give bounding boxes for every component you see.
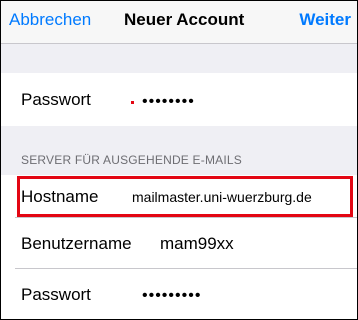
next-button[interactable]: Weiter (299, 10, 351, 30)
incoming-server-group: Passwort •••••••• (1, 73, 357, 126)
outgoing-password-row[interactable]: Passwort ••••••••• (15, 269, 357, 319)
screenshot-frame: Abbrechen Neuer Account Weiter Passwort … (0, 0, 358, 320)
outgoing-server-group: Hostname mailmaster.uni-wuerzburg.de Ben… (1, 175, 357, 319)
username-row[interactable]: Benutzername mam99xx (15, 218, 357, 269)
hostname-label: Hostname (21, 187, 99, 206)
navigation-bar: Abbrechen Neuer Account Weiter (1, 1, 357, 44)
username-label: Benutzername (21, 234, 132, 253)
cancel-button[interactable]: Abbrechen (9, 10, 91, 30)
outgoing-password-label: Passwort (21, 285, 91, 304)
incoming-password-field[interactable]: •••••••• (142, 93, 195, 111)
incoming-password-label: Passwort (21, 90, 91, 109)
outgoing-section-header: SERVER FÜR AUSGEHENDE E-MAILS (21, 153, 242, 167)
hostname-field[interactable]: mailmaster.uni-wuerzburg.de (132, 189, 312, 205)
page-title: Neuer Account (124, 10, 245, 29)
hostname-row[interactable]: Hostname mailmaster.uni-wuerzburg.de (15, 175, 357, 218)
annotation-dot (131, 101, 134, 104)
incoming-password-row[interactable]: Passwort •••••••• (15, 73, 357, 126)
outgoing-password-field[interactable]: ••••••••• (142, 287, 201, 305)
username-field[interactable]: mam99xx (160, 234, 234, 254)
